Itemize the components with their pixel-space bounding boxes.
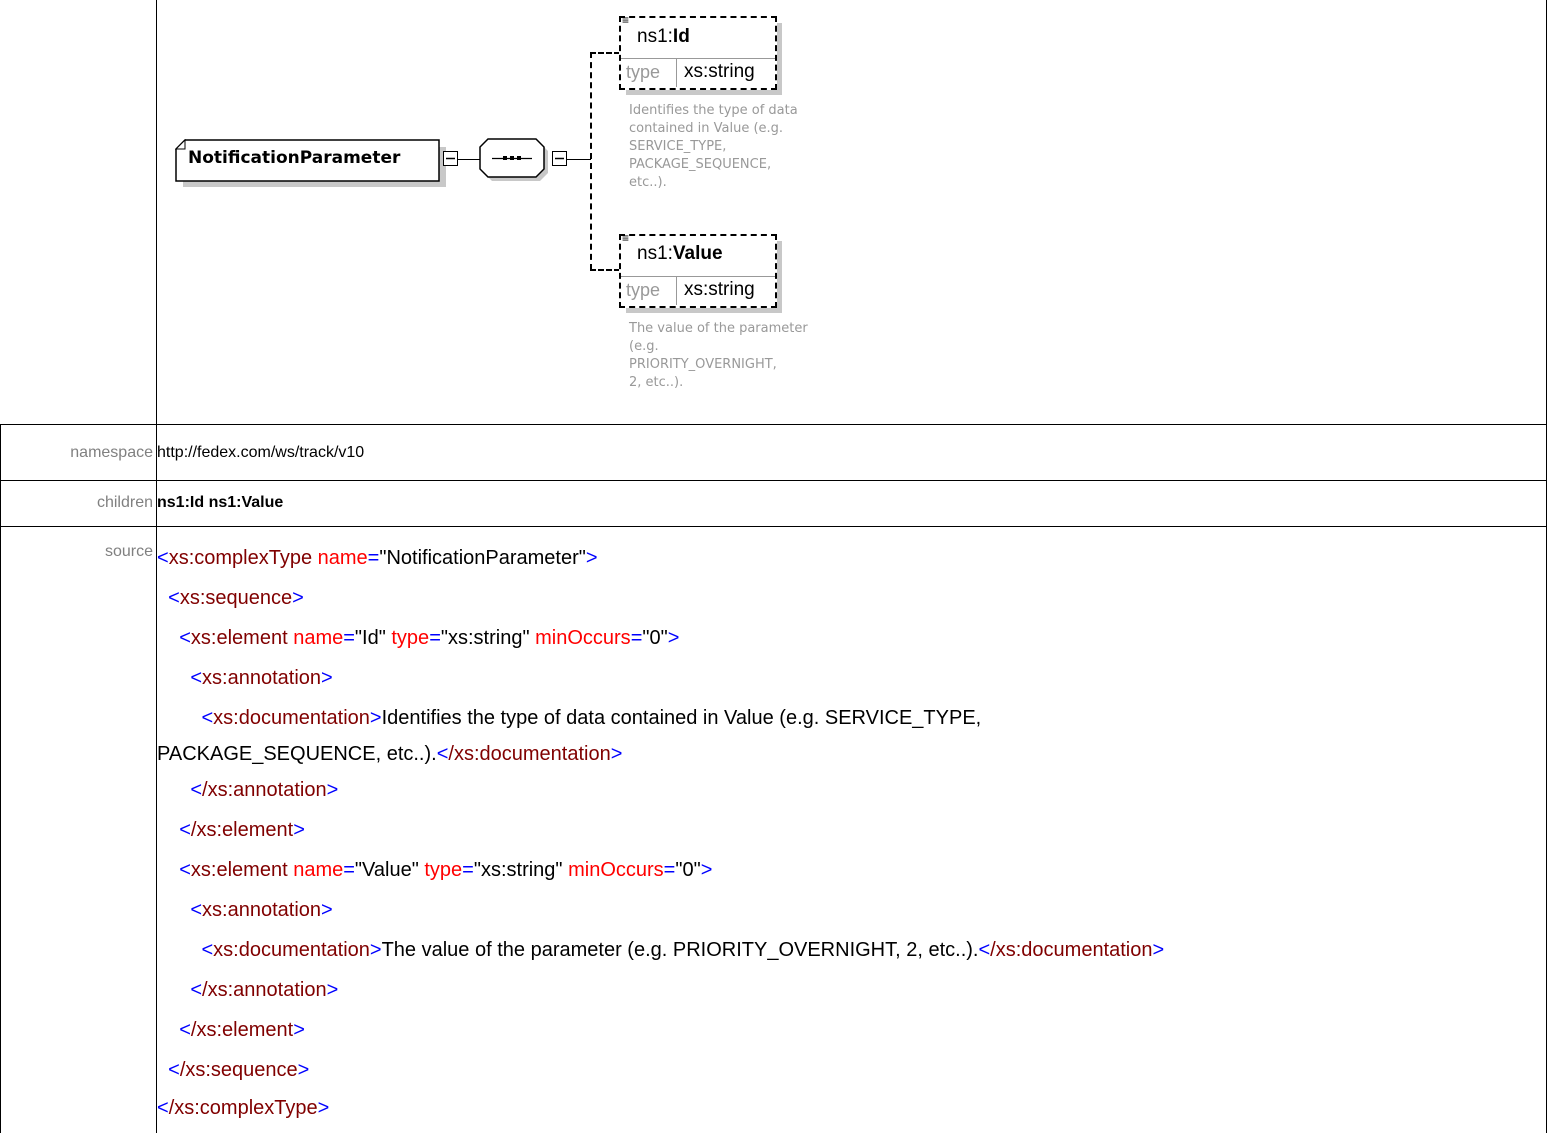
table-left-border	[0, 424, 1, 1133]
element-name: ns1:Id	[637, 26, 690, 47]
children-value: ns1:Id ns1:Value	[157, 494, 284, 511]
type-label: type	[626, 280, 661, 300]
children-label: children	[96, 494, 153, 511]
source-line: </xs:complexType>	[157, 1097, 330, 1119]
connector-line	[567, 159, 591, 160]
source-line: <xs:sequence>	[168, 587, 304, 609]
source-line: </xs:element>	[179, 1019, 305, 1041]
source-line: <xs:annotation>	[190, 667, 333, 689]
element-doc: The value of the parameter (e.g. PRIORIT…	[629, 321, 808, 390]
source-line: PACKAGE_SEQUENCE, etc..).</xs:documentat…	[157, 743, 623, 765]
type-label: type	[626, 62, 661, 82]
type-value: xs:string	[684, 61, 755, 82]
source-line: <xs:element name="Id" type="xs:string" m…	[179, 627, 680, 649]
tree-connector	[590, 269, 620, 271]
source-line: </xs:sequence>	[168, 1059, 310, 1081]
source-line: <xs:documentation>The value of the param…	[201, 939, 1165, 961]
namespace-label: namespace	[70, 444, 153, 461]
row-divider-1	[0, 424, 1547, 425]
source-line: </xs:element>	[179, 819, 305, 841]
source-line: </xs:annotation>	[190, 779, 339, 801]
type-divider	[676, 58, 677, 87]
type-divider	[676, 276, 677, 305]
element-name: ns1:Value	[637, 243, 723, 264]
menu-icon: ≡	[622, 231, 630, 245]
element-node-divider	[621, 276, 775, 277]
menu-icon: ≡	[622, 13, 630, 27]
type-value: xs:string	[684, 279, 755, 300]
source-line: <xs:documentation>Identifies the type of…	[201, 707, 982, 729]
collapse-icon[interactable]	[552, 151, 568, 167]
type-node-name: NotificationParameter	[188, 148, 401, 168]
source-line: <xs:complexType name="NotificationParame…	[157, 547, 598, 569]
collapse-icon[interactable]	[443, 151, 459, 167]
row-divider-3	[0, 526, 1547, 527]
namespace-value: http://fedex.com/ws/track/v10	[157, 444, 365, 461]
source-line: <xs:annotation>	[190, 899, 333, 921]
tree-connector	[590, 52, 592, 270]
sequence-node[interactable]	[478, 137, 558, 189]
element-doc: Identifies the type of data contained in…	[629, 103, 798, 190]
tree-connector	[590, 52, 620, 54]
source-line: <xs:element name="Value" type="xs:string…	[179, 859, 713, 881]
table-right-border	[1546, 0, 1547, 1133]
source-label: source	[104, 543, 153, 560]
row-divider-2	[0, 480, 1547, 481]
element-node-divider	[621, 58, 775, 59]
source-line: </xs:annotation>	[190, 979, 339, 1001]
